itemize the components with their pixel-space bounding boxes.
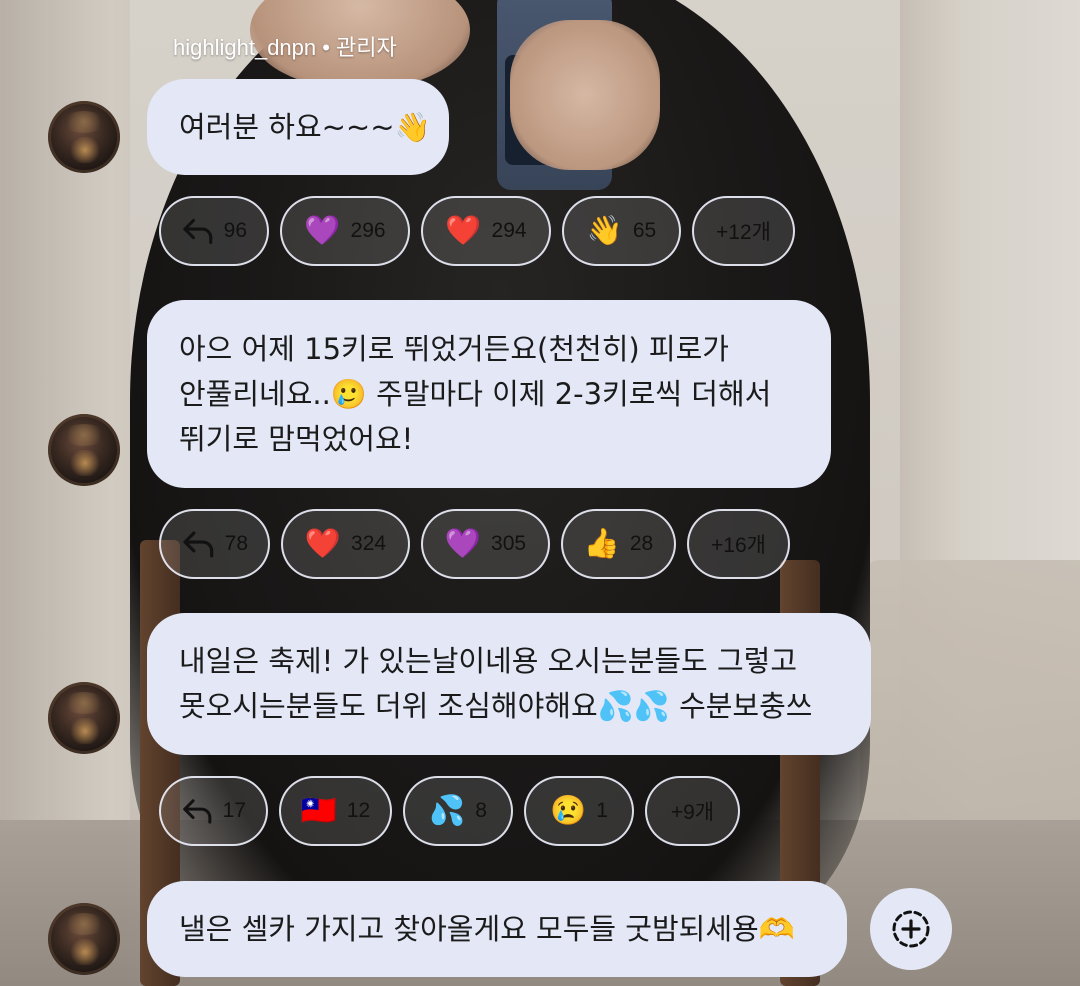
crying-face-icon: 😢 bbox=[550, 794, 587, 827]
reaction-count: 296 bbox=[350, 219, 386, 242]
avatar[interactable] bbox=[48, 414, 120, 486]
reaction-purple-heart[interactable]: 💜 296 bbox=[280, 196, 410, 266]
reply-arrow-icon bbox=[183, 218, 213, 245]
avatar[interactable] bbox=[48, 682, 120, 754]
message-bubble[interactable]: 아으 어제 15키로 뛰었거든요(천천히) 피로가 안풀리네요..🥲 주말마다 … bbox=[147, 300, 831, 488]
reply-button[interactable]: 96 bbox=[159, 196, 269, 266]
avatar[interactable] bbox=[48, 101, 120, 173]
reaction-thumbs-up[interactable]: 👍 28 bbox=[561, 509, 676, 579]
reply-button[interactable]: 78 bbox=[159, 509, 270, 579]
reaction-flag[interactable]: 🇹🇼 12 bbox=[279, 776, 392, 846]
message-text: 뛰기로 맘먹었어요! bbox=[179, 421, 414, 456]
reaction-crying-face[interactable]: 😢 1 bbox=[524, 776, 634, 846]
sweat-droplets-icon: 💦 bbox=[429, 794, 466, 827]
reaction-bar: 96 💜 296 ❤️ 294 👋 65 +12개 bbox=[159, 196, 795, 266]
reaction-red-heart[interactable]: ❤️ 294 bbox=[421, 196, 551, 266]
add-reaction-button[interactable] bbox=[870, 888, 952, 970]
reaction-count: 8 bbox=[475, 799, 487, 822]
reaction-waving-hand[interactable]: 👋 65 bbox=[562, 196, 681, 266]
reaction-count: 305 bbox=[491, 532, 527, 555]
reaction-count: 1 bbox=[596, 799, 608, 822]
reaction-count: 324 bbox=[351, 532, 387, 555]
message-text: 내일은 축제! 가 있는날이네용 오시는분들도 그렇고 bbox=[179, 644, 797, 678]
reaction-purple-heart[interactable]: 💜 305 bbox=[421, 509, 550, 579]
message-text: 못오시는분들도 더위 조심해야해요💦💦 수분보충쓰 bbox=[179, 689, 813, 723]
message-text: 여러분 하요~~~👋 bbox=[179, 109, 431, 144]
avatar[interactable] bbox=[48, 903, 120, 975]
author-line: highlight_dnpn • 관리자 bbox=[173, 35, 397, 60]
add-reaction-icon bbox=[892, 910, 930, 948]
reply-count: 78 bbox=[224, 532, 248, 555]
reaction-red-heart[interactable]: ❤️ 324 bbox=[281, 509, 410, 579]
thumbs-up-icon: 👍 bbox=[583, 527, 620, 560]
reaction-bar: 78 ❤️ 324 💜 305 👍 28 +16개 bbox=[159, 509, 790, 579]
reply-count: 17 bbox=[222, 799, 246, 822]
message-text: 아으 어제 15키로 뛰었거든요(천천히) 피로가 bbox=[179, 331, 729, 366]
reply-arrow-icon bbox=[183, 531, 214, 558]
purple-heart-icon: 💜 bbox=[444, 527, 482, 560]
reaction-count: 65 bbox=[632, 219, 657, 242]
reaction-count: 12 bbox=[346, 799, 371, 822]
reaction-bar: 17 🇹🇼 12 💦 8 😢 1 +9개 bbox=[159, 776, 740, 846]
message-bubble[interactable]: 낼은 셀카 가지고 찾아올게요 모두들 굿밤되세용🫶 bbox=[147, 881, 847, 977]
red-heart-icon: ❤️ bbox=[304, 527, 342, 560]
message-text: 낼은 셀카 가지고 찾아올게요 모두들 굿밤되세용🫶 bbox=[179, 911, 795, 946]
more-reactions-button[interactable]: +12개 bbox=[692, 196, 795, 266]
message-bubble[interactable]: 여러분 하요~~~👋 bbox=[147, 79, 449, 175]
flag-icon: 🇹🇼 bbox=[300, 794, 337, 827]
reaction-sweat-droplets[interactable]: 💦 8 bbox=[403, 776, 513, 846]
red-heart-icon: ❤️ bbox=[445, 214, 482, 247]
reaction-count: 294 bbox=[491, 219, 527, 242]
more-reactions-button[interactable]: +9개 bbox=[645, 776, 740, 846]
reply-button[interactable]: 17 bbox=[159, 776, 268, 846]
purple-heart-icon: 💜 bbox=[304, 214, 341, 247]
reply-arrow-icon bbox=[183, 799, 212, 824]
more-reactions-button[interactable]: +16개 bbox=[687, 509, 790, 579]
reaction-count: 28 bbox=[629, 532, 654, 555]
message-text: 안풀리네요..🥲 주말마다 이제 2-3키로씩 더해서 bbox=[179, 376, 772, 411]
reply-count: 96 bbox=[223, 219, 247, 242]
waving-hand-icon: 👋 bbox=[586, 214, 623, 247]
message-bubble[interactable]: 내일은 축제! 가 있는날이네용 오시는분들도 그렇고 못오시는분들도 더위 조… bbox=[147, 613, 871, 755]
